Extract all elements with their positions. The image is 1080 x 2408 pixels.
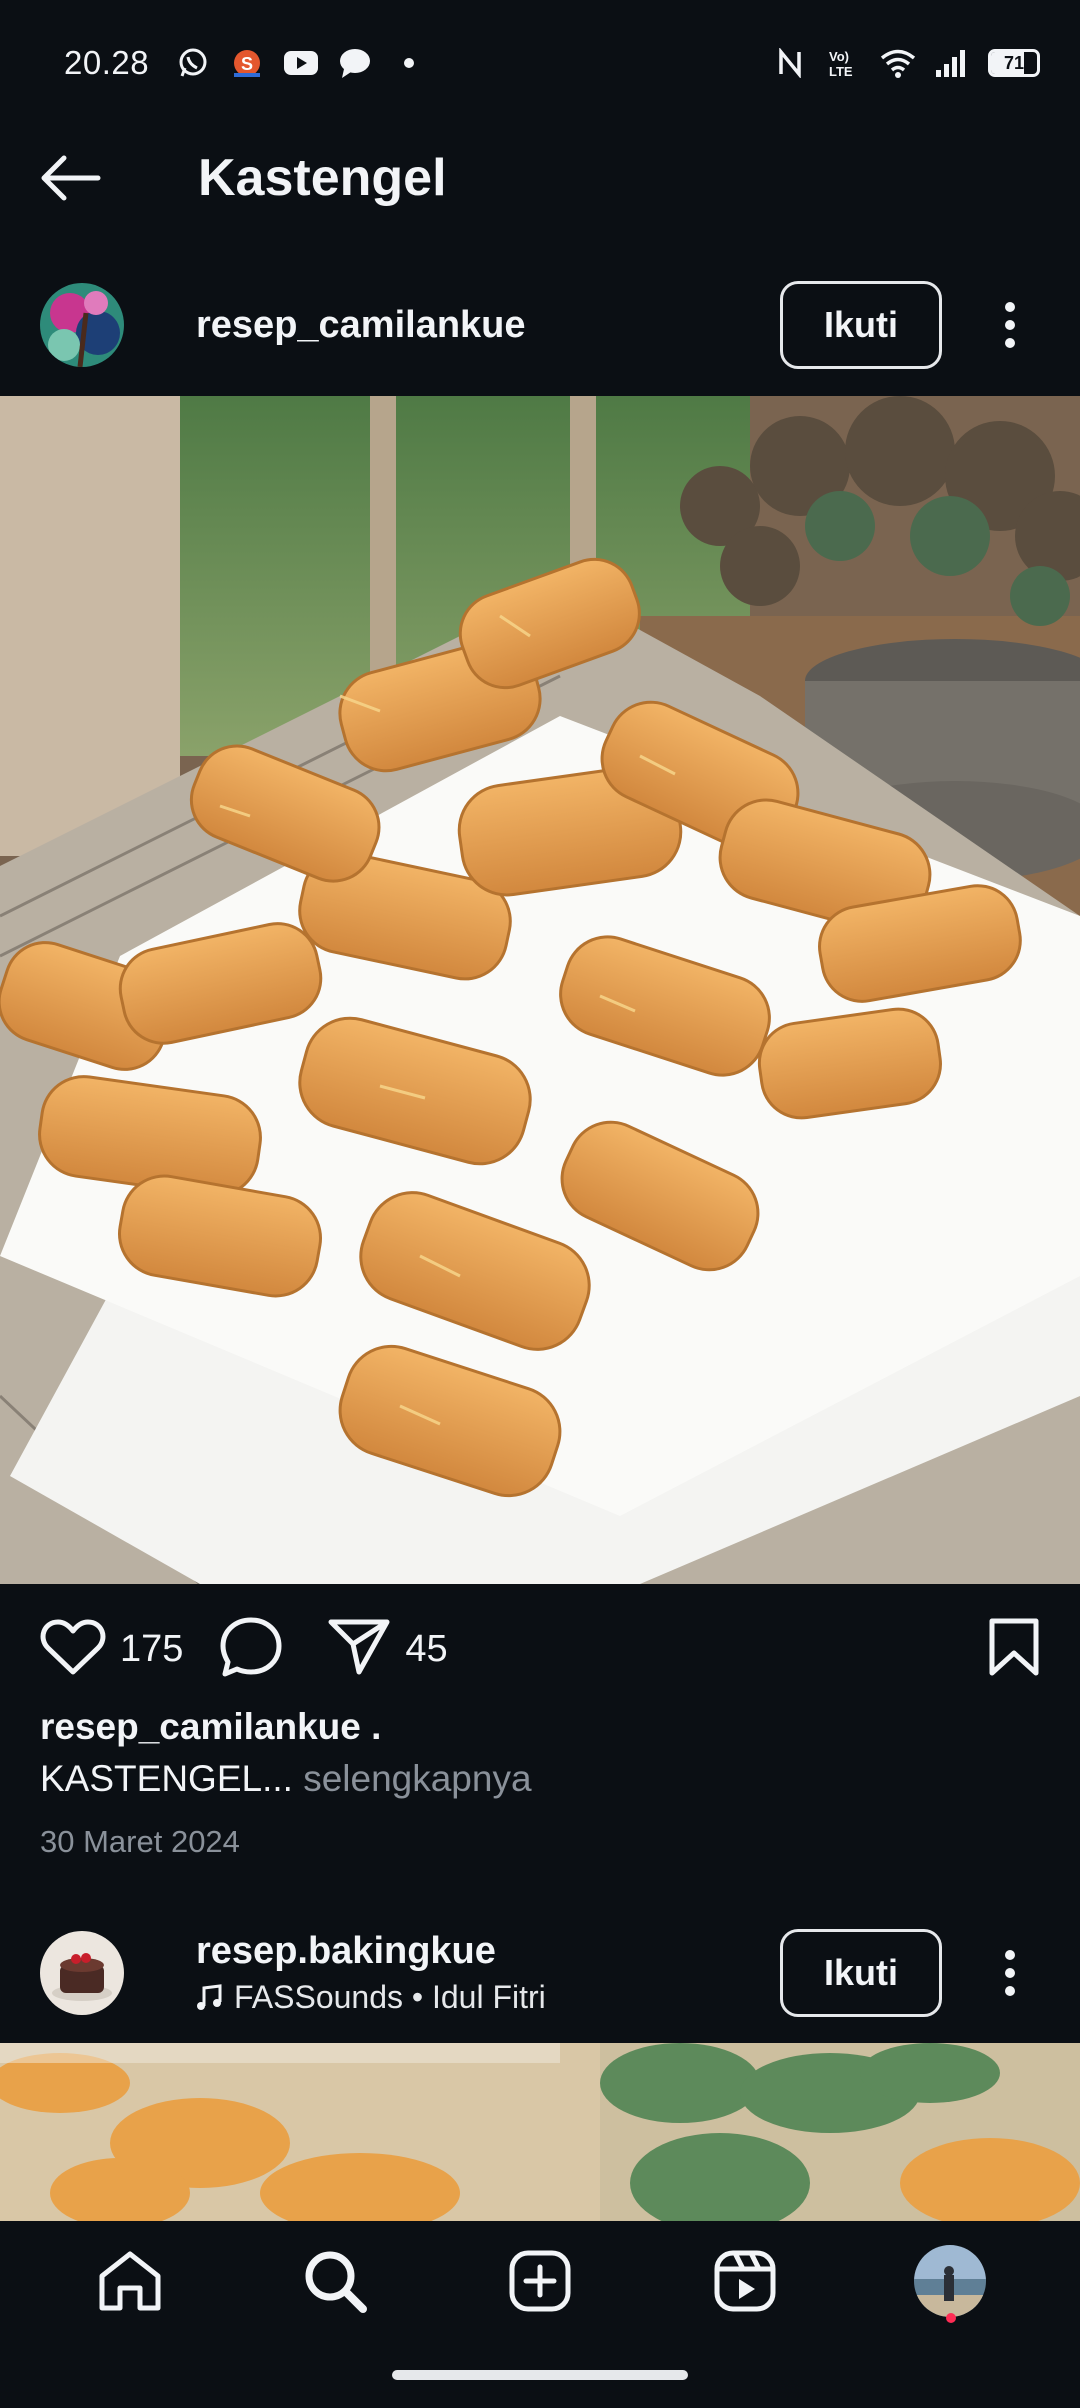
more-options-button[interactable] (980, 1929, 1040, 2017)
back-button[interactable] (0, 126, 140, 230)
svg-text:S: S (241, 54, 253, 74)
more-options-button[interactable] (980, 281, 1040, 369)
more-vertical-icon (1005, 1950, 1015, 1996)
bookmark-icon (989, 1618, 1039, 1675)
follow-button[interactable]: Ikuti (780, 1929, 942, 2017)
nav-search[interactable] (275, 2221, 395, 2341)
comment-action (219, 1616, 283, 1683)
follow-button[interactable]: Ikuti (780, 281, 942, 369)
status-bar: 20.28 S Vo) LTE 71 (0, 0, 1080, 126)
action-bar: 175 45 (0, 1604, 1080, 1694)
user-block: resep.bakingkue FASSounds • Idul Fitri (196, 1930, 780, 2016)
like-count[interactable]: 175 (120, 1628, 183, 1671)
next-post-header: resep.bakingkue FASSounds • Idul Fitri I… (0, 1918, 1080, 2028)
page-title: Kastengel (198, 149, 447, 207)
username[interactable]: resep.bakingkue (196, 1930, 780, 1973)
svg-text:Vo): Vo) (829, 49, 849, 64)
post-image[interactable] (0, 396, 1080, 1584)
nav-reels[interactable] (685, 2221, 805, 2341)
share-count[interactable]: 45 (405, 1628, 447, 1671)
notification-dot (945, 2313, 956, 2323)
username[interactable]: resep_camilankue (196, 304, 780, 347)
status-left: 20.28 S (64, 44, 427, 82)
music-note-icon (197, 1983, 222, 2010)
reels-icon (714, 2250, 776, 2312)
bottom-nav (0, 2221, 1080, 2408)
user-block: resep_camilankue (196, 304, 780, 347)
caption-line[interactable]: KASTENGEL... selengkapnya (40, 1758, 1040, 1800)
status-time: 20.28 (64, 44, 150, 81)
search-icon (305, 2251, 368, 2313)
next-post-photo (0, 2043, 1080, 2221)
home-indicator[interactable] (392, 2370, 688, 2380)
nav-home[interactable] (70, 2221, 190, 2341)
avatar[interactable] (40, 1931, 124, 2015)
nav-profile[interactable] (890, 2221, 1010, 2341)
status-right: Vo) LTE 71 (772, 45, 1040, 81)
back-arrow-icon (41, 155, 101, 201)
see-more-link[interactable]: selengkapnya (293, 1758, 531, 1799)
wifi-icon (880, 45, 916, 81)
nav-create[interactable] (480, 2221, 600, 2341)
battery-level: 71 (1003, 52, 1025, 73)
dot-icon (391, 45, 427, 81)
audio-label: FASSounds • Idul Fitri (234, 1979, 546, 2015)
shopee-icon: S (229, 45, 265, 81)
like-button[interactable] (40, 1618, 106, 1681)
share-action: 45 (327, 1618, 448, 1681)
share-button[interactable] (327, 1618, 391, 1681)
svg-text:LTE: LTE (829, 64, 853, 79)
signal-icon (934, 45, 970, 81)
send-icon (328, 1619, 390, 1674)
post-header: resep_camilankue Ikuti (0, 270, 1080, 380)
like-action: 175 (40, 1618, 183, 1681)
avatar[interactable] (40, 283, 124, 367)
chat-bubble-icon (337, 45, 373, 81)
caption: resep_camilankue . KASTENGEL... selengka… (40, 1706, 1040, 1860)
youtube-icon (283, 45, 319, 81)
volte-icon: Vo) LTE (826, 45, 862, 81)
profile-avatar (913, 2245, 986, 2317)
caption-username[interactable]: resep_camilankue . (40, 1706, 1040, 1748)
whatsapp-icon (175, 45, 211, 81)
nfc-icon (772, 45, 808, 81)
audio-info[interactable]: FASSounds • Idul Fitri (196, 1979, 780, 2016)
create-icon (509, 2250, 571, 2312)
header: Kastengel (0, 126, 1080, 230)
post-photo (0, 396, 1080, 1584)
comment-button[interactable] (219, 1616, 283, 1683)
save-button[interactable] (988, 1617, 1040, 1682)
comment-icon (220, 1617, 282, 1676)
battery-icon: 71 (988, 49, 1040, 77)
post-date: 30 Maret 2024 (40, 1824, 240, 1859)
heart-icon (40, 1619, 106, 1674)
home-icon (99, 2251, 161, 2311)
next-post-image[interactable] (0, 2043, 1080, 2221)
caption-text: KASTENGEL... (40, 1758, 293, 1799)
more-vertical-icon (1005, 302, 1015, 348)
